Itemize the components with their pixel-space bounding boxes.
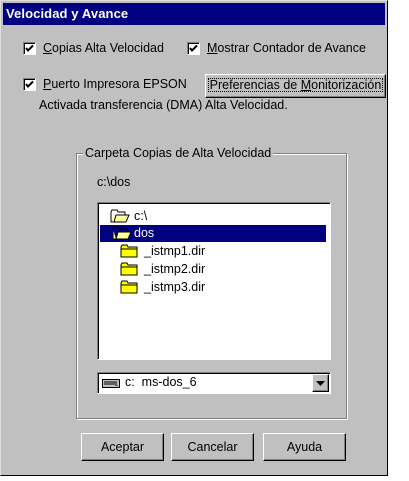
mostrar-label[interactable]: Mostrar Contador de Avance xyxy=(207,41,366,55)
cancel-button[interactable]: Cancelar xyxy=(171,433,254,461)
drive-select[interactable]: c: ms-dos_6 xyxy=(97,372,331,394)
folder-group-label: Carpeta Copias de Alta Velocidad xyxy=(83,146,274,160)
folder-item-root[interactable]: c:\ xyxy=(110,208,310,225)
folder-icon xyxy=(120,280,138,294)
puerto-label[interactable]: Puerto Impresora EPSON xyxy=(43,77,187,91)
folder-item-dos[interactable]: dos xyxy=(100,225,326,242)
folder-icon xyxy=(120,244,138,258)
window-title: Velocidad y Avance xyxy=(6,6,129,21)
current-path-text: c:\dos xyxy=(97,175,131,189)
copias-checkbox[interactable] xyxy=(23,42,36,55)
title-bar: Velocidad y Avance xyxy=(3,3,385,25)
help-button[interactable]: Ayuda xyxy=(263,433,346,461)
dialog-window: Velocidad y Avance Copias Alta Velocidad… xyxy=(0,0,388,476)
drive-value: c: ms-dos_6 xyxy=(125,375,197,389)
folder-item-istmp3[interactable]: _istmp3.dir xyxy=(120,279,320,296)
check-icon xyxy=(25,80,34,88)
folder-item-istmp2[interactable]: _istmp2.dir xyxy=(120,261,320,278)
preferencias-button-label: Preferencias de Monitorización xyxy=(207,78,384,92)
check-icon xyxy=(189,44,198,52)
drive-icon xyxy=(102,379,120,388)
puerto-checkbox[interactable] xyxy=(23,78,36,91)
check-icon xyxy=(25,44,34,52)
open-folder-icon xyxy=(110,209,130,223)
dma-status-text: Activada transferencia (DMA) Alta Veloci… xyxy=(39,98,288,112)
open-folder-icon xyxy=(112,226,132,240)
folder-item-istmp1[interactable]: _istmp1.dir xyxy=(120,243,320,260)
copias-label[interactable]: Copias Alta Velocidad xyxy=(43,41,164,55)
folder-icon xyxy=(120,262,138,276)
preferencias-button[interactable]: Preferencias de Monitorización xyxy=(205,74,386,98)
chevron-down-icon xyxy=(316,381,325,386)
accept-button[interactable]: Aceptar xyxy=(81,433,164,461)
mostrar-checkbox[interactable] xyxy=(187,42,200,55)
dropdown-button[interactable] xyxy=(312,374,329,392)
folder-listbox[interactable]: c:\ dos _istmp1.dir _istmp2.dir _istmp3.… xyxy=(97,202,331,360)
